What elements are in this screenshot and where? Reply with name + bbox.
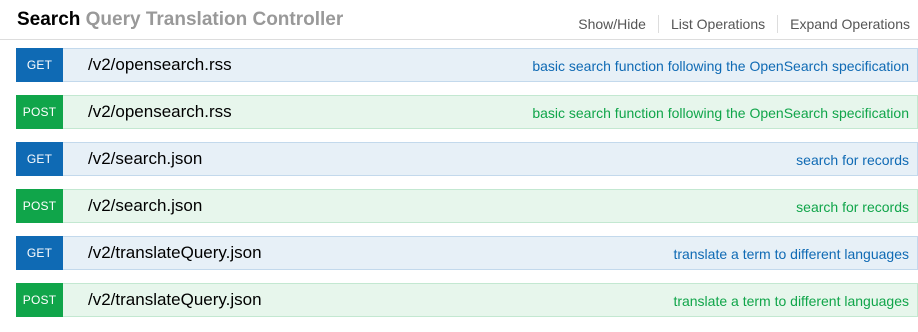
http-method-badge[interactable]: GET xyxy=(16,142,63,176)
http-method-badge[interactable]: POST xyxy=(16,283,63,317)
operation-path[interactable]: /v2/opensearch.rss xyxy=(88,55,232,75)
list-operations-link[interactable]: List Operations xyxy=(659,15,777,33)
operation-summary[interactable]: basic search function following the Open… xyxy=(532,105,909,121)
operation-path[interactable]: /v2/translateQuery.json xyxy=(88,243,262,263)
resource-title[interactable]: Search Query Translation Controller xyxy=(17,9,343,31)
resource-header: Search Query Translation Controller Show… xyxy=(0,0,918,40)
resource-title-strong: Search xyxy=(17,9,81,30)
operation-row-get-opensearch[interactable]: GET /v2/opensearch.rss basic search func… xyxy=(16,48,918,82)
operation-path[interactable]: /v2/opensearch.rss xyxy=(88,102,232,122)
operation-summary[interactable]: translate a term to different languages xyxy=(673,293,909,309)
operation-path[interactable]: /v2/translateQuery.json xyxy=(88,290,262,310)
expand-operations-link[interactable]: Expand Operations xyxy=(778,15,910,33)
http-method-badge[interactable]: GET xyxy=(16,236,63,270)
operation-row-post-translate[interactable]: POST /v2/translateQuery.json translate a… xyxy=(16,283,918,317)
operations-list: GET /v2/opensearch.rss basic search func… xyxy=(16,48,918,330)
operation-row-post-search[interactable]: POST /v2/search.json search for records xyxy=(16,189,918,223)
http-method-badge[interactable]: POST xyxy=(16,95,63,129)
http-method-badge[interactable]: GET xyxy=(16,48,63,82)
http-method-badge[interactable]: POST xyxy=(16,189,63,223)
operation-summary[interactable]: basic search function following the Open… xyxy=(532,58,909,74)
resource-title-rest: Query Translation Controller xyxy=(85,9,344,30)
operation-row-get-search[interactable]: GET /v2/search.json search for records xyxy=(16,142,918,176)
operation-row-get-translate[interactable]: GET /v2/translateQuery.json translate a … xyxy=(16,236,918,270)
operation-row-post-opensearch[interactable]: POST /v2/opensearch.rss basic search fun… xyxy=(16,95,918,129)
operation-path[interactable]: /v2/search.json xyxy=(88,149,202,169)
show-hide-link[interactable]: Show/Hide xyxy=(566,15,658,33)
resource-actions: Show/Hide List Operations Expand Operati… xyxy=(566,15,910,33)
operation-summary[interactable]: translate a term to different languages xyxy=(673,246,909,262)
operation-summary[interactable]: search for records xyxy=(796,199,909,215)
operation-summary[interactable]: search for records xyxy=(796,152,909,168)
operation-path[interactable]: /v2/search.json xyxy=(88,196,202,216)
